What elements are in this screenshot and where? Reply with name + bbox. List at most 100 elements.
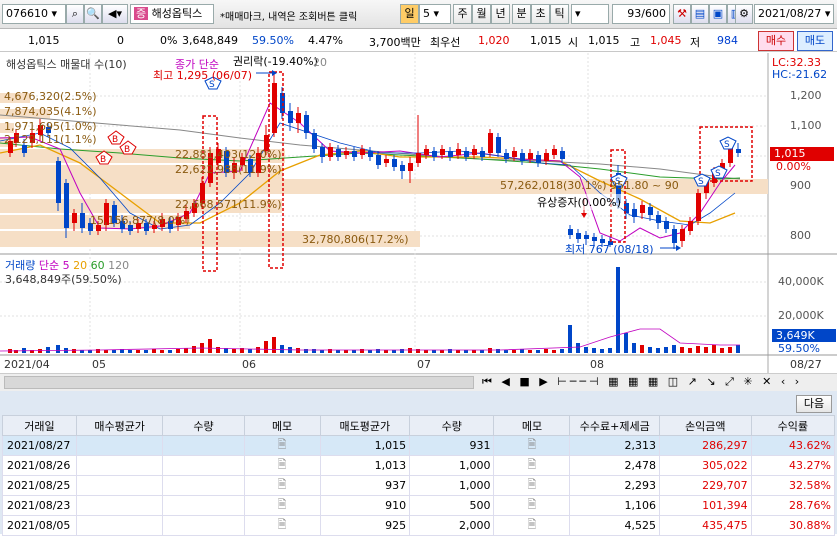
search-icon[interactable]: ⌕ <box>66 4 84 24</box>
best-bid: 1,015 <box>530 34 562 47</box>
count-field[interactable]: 93/600 <box>612 4 670 24</box>
next-button[interactable]: 다음 <box>796 395 832 413</box>
table-row[interactable]: 2021/08/23 🗎 910 500 🗎 1,106 101,394 28.76% <box>2 495 836 516</box>
memo-icon[interactable]: 🗎 <box>528 438 537 451</box>
period-second-button[interactable]: 초 <box>531 4 550 24</box>
save-icon[interactable]: ▣ <box>709 4 727 24</box>
volume-bar <box>104 350 108 353</box>
date-field[interactable]: 2021/08/27 ▾ <box>754 4 834 24</box>
candle-body <box>536 155 541 163</box>
scroll-track[interactable] <box>4 376 474 389</box>
candle-body <box>392 159 397 167</box>
table-cell: 1,000 <box>409 475 495 496</box>
memo-icon[interactable]: 🗎 <box>528 518 537 531</box>
period-month-button[interactable]: 월 <box>472 4 491 24</box>
volume-bar <box>720 348 724 353</box>
candle-body <box>640 205 645 213</box>
volume-bar <box>680 347 684 353</box>
x-label-08: 08 <box>590 358 604 371</box>
candle-body <box>384 159 389 163</box>
volume-bar <box>672 345 676 353</box>
volume-bar <box>376 349 380 353</box>
stock-name-field[interactable]: 증 해성옵틱스 <box>130 4 214 24</box>
memo-icon[interactable]: 🗎 <box>278 498 287 511</box>
quote-volume-ratio: 59.50% <box>252 34 294 47</box>
memo-cell[interactable]: 🗎 <box>493 435 571 456</box>
memo-icon[interactable]: 🗎 <box>278 438 287 451</box>
memo-cell[interactable]: 🗎 <box>493 475 571 496</box>
stock-code-input[interactable]: 076610 ▾ <box>2 4 66 24</box>
candle-body <box>680 229 685 241</box>
memo-icon[interactable]: 🗎 <box>278 478 287 491</box>
volume-bar <box>136 350 140 353</box>
table-row[interactable]: 2021/08/25 🗎 937 1,000 🗎 2,293 229,707 32.58% <box>2 475 836 496</box>
table-row[interactable]: 2021/08/27 🗎 1,015 931 🗎 2,313 286,297 43.62% <box>2 435 836 456</box>
svg-text:S: S <box>698 177 704 187</box>
candle-body <box>296 113 301 123</box>
period-year-button[interactable]: 년 <box>491 4 510 24</box>
volume-bar <box>264 341 268 353</box>
period-week-button[interactable]: 주 <box>453 4 472 24</box>
speaker-icon[interactable]: ◀▾ <box>102 4 128 24</box>
table-cell: 30.88% <box>750 515 836 536</box>
chart-scrollbar[interactable]: ⏮ ◀ ■ ▶ ⊢──⊣ ▦ ▦ ▦ ◫ ↗ ↘ ⤢ ✳ ✕ ‹ › <box>0 373 837 391</box>
candle-body <box>672 229 677 243</box>
memo-cell[interactable]: 🗎 <box>243 475 321 496</box>
memo-icon[interactable]: 🗎 <box>528 478 537 491</box>
period-minute-button[interactable]: 분 <box>512 4 531 24</box>
settings-icon[interactable]: ⚙ <box>735 4 753 24</box>
volume-bar <box>152 349 156 353</box>
candle-body <box>504 153 509 159</box>
tool-icon[interactable]: ⚒ <box>673 4 691 24</box>
x-label-right: 08/27 <box>790 358 822 371</box>
memo-cell[interactable]: 🗎 <box>493 515 571 536</box>
buy-button[interactable]: 매수 <box>758 31 794 51</box>
table-cell: 28.76% <box>750 495 836 516</box>
memo-icon[interactable]: 🗎 <box>278 458 287 471</box>
candle-body <box>288 111 293 123</box>
svg-text:B: B <box>100 155 106 165</box>
quote-change: 0 <box>117 34 124 47</box>
memo-cell[interactable]: 🗎 <box>243 515 321 536</box>
volume-bar <box>56 345 60 353</box>
memo-cell[interactable]: 🗎 <box>243 435 321 456</box>
volume-bar <box>696 346 700 353</box>
trade-table: 거래일 매수평균가 수량 메모 매도평균가 수량 메모 수수료+제세금 손익금액… <box>2 415 836 536</box>
candle-body <box>408 163 413 171</box>
period-extra-select[interactable]: ▾ <box>571 4 609 24</box>
candle-body <box>432 151 437 157</box>
volume-bar <box>328 349 332 353</box>
table-cell: 2,478 <box>569 455 660 476</box>
vp-label-5: 22,881,403(12.0%) <box>175 148 282 161</box>
magnifier-icon[interactable]: 🔍 <box>84 4 102 24</box>
chart-area[interactable]: B B B S S S S S 해성옵틱스 매물대 수(10) 종가 단순 권리… <box>0 53 837 373</box>
table-cell <box>162 435 245 456</box>
high-value: 1,045 <box>650 34 682 47</box>
candle-body <box>496 137 501 153</box>
memo-icon[interactable]: 🗎 <box>528 458 537 471</box>
volume-bar <box>704 347 708 353</box>
memo-cell[interactable]: 🗎 <box>243 455 321 476</box>
volume-bar <box>536 350 540 353</box>
current-pct-tag: 0.00% <box>776 160 811 173</box>
best-ask: 1,020 <box>478 34 510 47</box>
volume-bar <box>560 349 564 353</box>
col-header: 메모 <box>243 415 321 436</box>
table-row[interactable]: 2021/08/26 🗎 1,013 1,000 🗎 2,478 305,022 43.27% <box>2 455 836 476</box>
price-chart-svg[interactable]: B B B S S S S S <box>0 53 837 373</box>
memo-cell[interactable]: 🗎 <box>493 455 571 476</box>
playback-controls[interactable]: ⏮ ◀ ■ ▶ ⊢──⊣ ▦ ▦ ▦ ◫ ↗ ↘ ⤢ ✳ ✕ ‹ › <box>482 375 802 389</box>
sell-button[interactable]: 매도 <box>797 31 833 51</box>
candle-body <box>56 161 61 203</box>
indicator-icon[interactable]: ▤ <box>691 4 709 24</box>
volume-bar <box>528 350 532 353</box>
memo-icon[interactable]: 🗎 <box>278 518 287 531</box>
memo-icon[interactable]: 🗎 <box>528 498 537 511</box>
period-tick-button[interactable]: 틱 <box>550 4 569 24</box>
vp-label-6: 22,622,988(11.9%) <box>175 163 282 176</box>
period-number-select[interactable]: 5 ▾ <box>419 4 451 24</box>
period-day-button[interactable]: 일 <box>400 4 419 24</box>
table-row[interactable]: 2021/08/05 🗎 925 2,000 🗎 4,525 435,475 30.88% <box>2 515 836 536</box>
memo-cell[interactable]: 🗎 <box>243 495 321 516</box>
memo-cell[interactable]: 🗎 <box>493 495 571 516</box>
